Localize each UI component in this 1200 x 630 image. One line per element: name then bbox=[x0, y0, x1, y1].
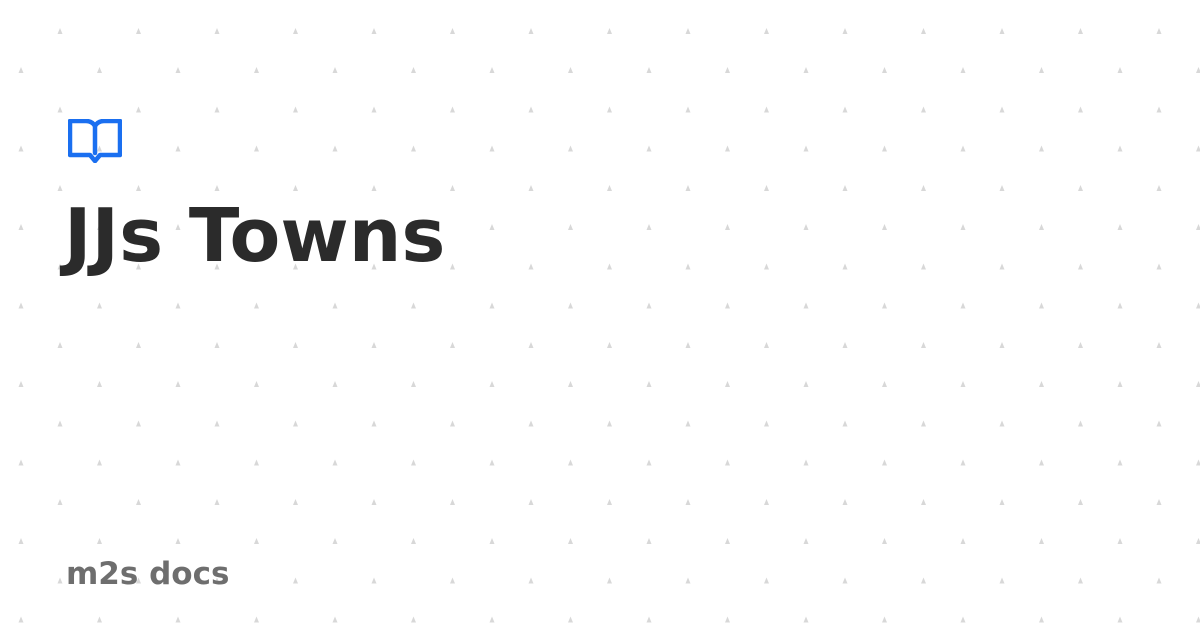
site-brand: m2s docs bbox=[66, 556, 230, 592]
page-title: JJs Towns bbox=[64, 193, 446, 279]
dot-pattern-background bbox=[0, 0, 1200, 630]
book-icon bbox=[68, 119, 122, 163]
social-card: JJs Towns m2s docs bbox=[0, 0, 1200, 630]
